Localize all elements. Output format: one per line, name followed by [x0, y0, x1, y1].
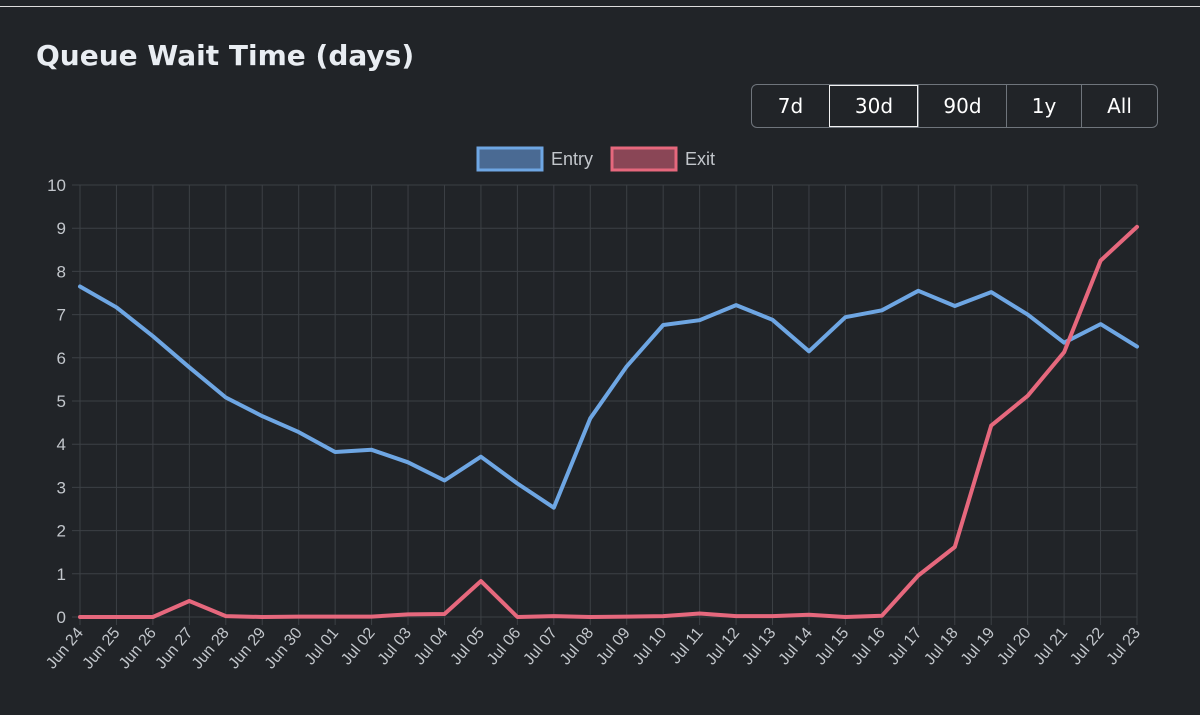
- x-tick-label: Jul 18: [921, 625, 962, 669]
- x-tick-label: Jul 23: [1104, 625, 1145, 669]
- x-tick-label: Jul 16: [848, 625, 889, 669]
- legend-swatch-entry[interactable]: [476, 146, 544, 172]
- x-tick-label: Jul 15: [812, 625, 853, 669]
- x-tick-label: Jun 24: [43, 625, 87, 673]
- y-tick-label: 0: [57, 608, 66, 627]
- y-tick-label: 3: [57, 478, 66, 497]
- range-30d-button[interactable]: 30d: [829, 85, 918, 127]
- x-tick-label: Jun 26: [116, 625, 160, 673]
- x-tick-label: Jun 30: [262, 625, 306, 673]
- legend-label-entry[interactable]: Entry: [551, 149, 593, 169]
- x-tick-label: Jul 05: [448, 625, 489, 669]
- y-tick-label: 7: [57, 306, 66, 325]
- x-tick-label: Jul 12: [703, 625, 744, 669]
- y-tick-label: 9: [57, 219, 66, 238]
- x-tick-label: Jun 27: [153, 625, 197, 673]
- x-tick-label: Jul 11: [667, 625, 707, 668]
- y-tick-label: 8: [57, 262, 66, 281]
- x-tick-label: Jul 06: [484, 625, 525, 669]
- x-tick-label: Jul 08: [557, 625, 598, 669]
- x-tick-label: Jul 10: [630, 625, 671, 669]
- legend-swatch-exit[interactable]: [610, 146, 678, 172]
- y-tick-label: 5: [57, 392, 66, 411]
- y-tick-label: 6: [57, 349, 66, 368]
- series-line-exit: [78, 224, 1139, 619]
- y-tick-label: 10: [47, 176, 66, 195]
- legend-label-exit[interactable]: Exit: [685, 149, 715, 169]
- y-tick-label: 4: [57, 435, 66, 454]
- x-tick-label: Jul 21: [1031, 625, 1072, 669]
- x-tick-label: Jun 25: [80, 625, 124, 673]
- x-tick-label: Jul 14: [776, 625, 817, 669]
- x-tick-label: Jul 09: [593, 625, 634, 669]
- x-tick-label: Jul 22: [1067, 625, 1108, 669]
- x-tick-label: Jul 01: [302, 625, 343, 669]
- x-tick-label: Jun 29: [225, 625, 269, 673]
- x-tick-label: Jul 20: [994, 625, 1035, 669]
- x-tick-label: Jul 13: [739, 625, 780, 669]
- x-tick-label: Jul 03: [375, 625, 416, 669]
- x-tick-label: Jul 04: [411, 625, 452, 669]
- x-tick-label: Jul 02: [338, 625, 379, 669]
- line-chart: 012345678910Jun 24Jun 25Jun 26Jun 27Jun …: [43, 146, 1145, 673]
- x-tick-label: Jul 17: [885, 625, 926, 669]
- x-tick-label: Jun 28: [189, 625, 233, 673]
- x-tick-label: Jul 07: [520, 625, 561, 669]
- y-tick-label: 1: [57, 565, 66, 584]
- y-tick-label: 2: [57, 522, 66, 541]
- x-tick-label: Jul 19: [958, 625, 999, 669]
